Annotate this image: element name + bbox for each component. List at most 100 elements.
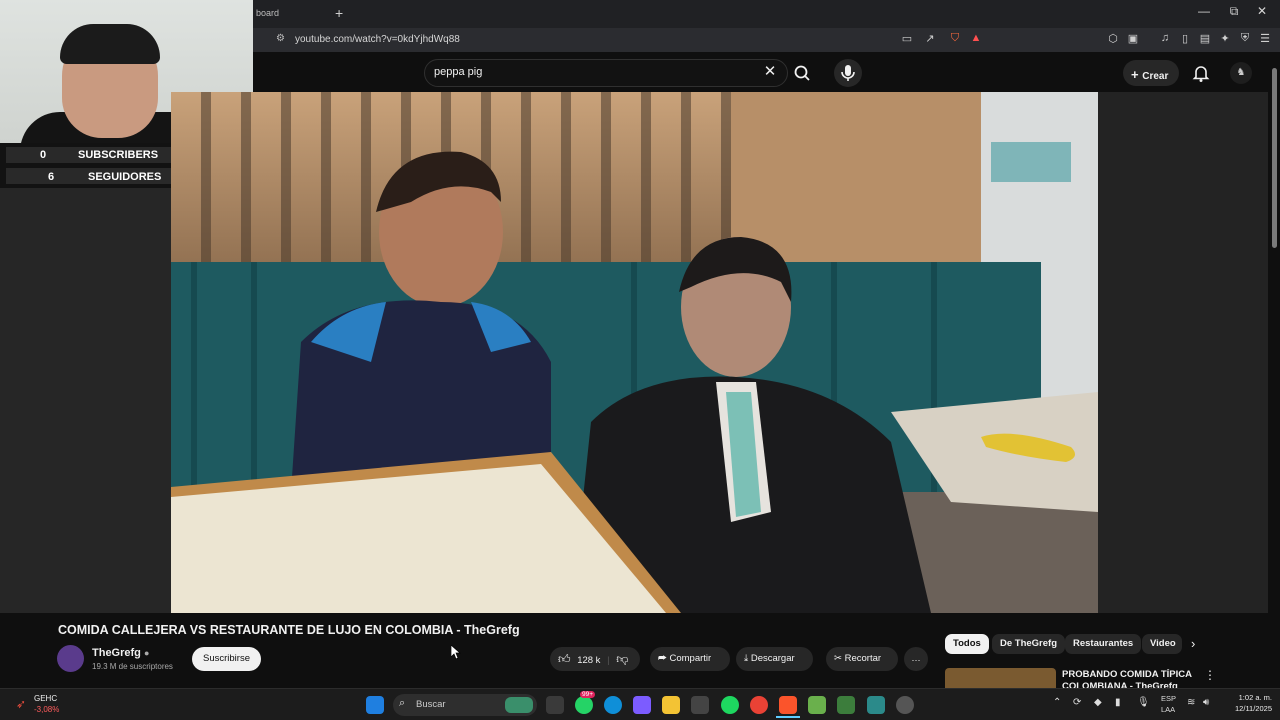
share-arrow-icon: ⮫ [658, 653, 667, 664]
new-tab-button[interactable]: + [335, 5, 343, 21]
followers-current: 6 [48, 171, 55, 183]
screenshot-icon[interactable]: ▣ [1125, 32, 1141, 45]
download-button[interactable]: ⤓ Descargar [736, 647, 813, 671]
video-player[interactable] [171, 92, 1098, 613]
app-icon[interactable] [867, 696, 885, 714]
leo-ai-icon[interactable]: ✦ [1217, 32, 1233, 45]
page-background [1098, 92, 1268, 613]
scissors-icon: ✂ [834, 653, 842, 664]
channel-name-text: TheGrefg [92, 647, 141, 659]
menu-icon[interactable]: ☰ [1257, 32, 1273, 45]
url-field[interactable]: youtube.com/watch?v=0kdYjhdWq88 [295, 34, 460, 45]
video-title: COMIDA CALLEJERA VS RESTAURANTE DE LUJO … [58, 623, 520, 637]
account-avatar[interactable]: ♞ [1230, 62, 1252, 84]
file-explorer-icon[interactable] [662, 696, 680, 714]
browser-tab[interactable]: board [256, 8, 279, 18]
wifi-icon[interactable]: ≋ [1187, 697, 1195, 708]
share-label: Compartir [669, 653, 712, 664]
brave-icon[interactable] [779, 696, 797, 714]
subscribers-label: SUBSCRIBERS [78, 149, 159, 161]
microphone-icon[interactable] [834, 59, 862, 87]
windows-start-icon[interactable] [366, 696, 384, 714]
clip-label: Recortar [844, 653, 882, 664]
create-label: Crear [1142, 71, 1169, 82]
like-icon[interactable]: 👍︎ [558, 652, 571, 666]
extension-icon[interactable]: ⬡ [1105, 32, 1121, 45]
app-icon[interactable] [808, 696, 826, 714]
followers-label: SEGUIDORES [88, 171, 162, 183]
volume-icon[interactable]: 🔊︎ [1203, 697, 1209, 708]
create-button[interactable]: + Crear [1123, 60, 1179, 86]
tray-app-icon[interactable]: ◆ [1094, 697, 1102, 708]
chevron-right-icon[interactable]: › [1191, 636, 1195, 651]
whatsapp-icon[interactable] [575, 696, 593, 714]
spotify-icon[interactable] [721, 696, 739, 714]
channel-subscriber-count: 19.3 M de suscriptores [92, 662, 173, 671]
whatsapp-badge: 99+ [580, 691, 596, 698]
divider: | [607, 655, 610, 666]
webcam-person-hair [60, 24, 160, 64]
verified-icon: ● [143, 648, 150, 658]
maximize-button[interactable]: ⧉ [1224, 4, 1244, 19]
search-input-value: peppa pig [434, 66, 483, 78]
like-count[interactable]: 128 k [577, 655, 600, 666]
clear-search-icon[interactable]: ✕ [762, 62, 778, 80]
tray-chevron-icon[interactable]: ⌃ [1053, 697, 1061, 708]
taskbar-search-label: Buscar [416, 699, 446, 710]
obs-icon[interactable] [896, 696, 914, 714]
share-icon[interactable]: ↗ [922, 32, 938, 45]
task-view-icon[interactable] [546, 696, 564, 714]
brave-rewards-icon[interactable]: ▲ [968, 32, 984, 44]
sidebar-icon[interactable]: ▯ [1177, 32, 1193, 45]
chip-from-channel[interactable]: De TheGrefg [992, 634, 1066, 654]
share-button[interactable]: ⮫ Compartir [650, 647, 730, 671]
kebab-menu-icon[interactable]: ⋮ [1204, 668, 1216, 682]
like-dislike-group: 👍︎ 128 k | 👎︎ [550, 647, 640, 671]
notifications-bell-icon[interactable] [1190, 62, 1212, 84]
subscribe-button[interactable]: Suscribirse [192, 647, 261, 671]
vpn-icon[interactable]: ⛨ [1237, 32, 1253, 45]
channel-name[interactable]: TheGrefg ● [92, 647, 149, 659]
wallet-icon[interactable]: ▤ [1197, 32, 1213, 45]
media-icon[interactable]: ♫ [1157, 32, 1173, 44]
tray-usb-icon[interactable]: ▮ [1115, 697, 1121, 708]
dislike-icon[interactable]: 👎︎ [616, 652, 628, 666]
chip-videos[interactable]: Video [1142, 634, 1182, 654]
tray-mic-icon[interactable]: 🎙︎ [1137, 697, 1150, 708]
clock-date[interactable]: 12/11/2025 [1222, 704, 1272, 713]
language-indicator-top[interactable]: ESP [1161, 694, 1176, 703]
stock-widget-icon[interactable]: ➶ [16, 697, 26, 711]
download-icon: ⤓ [744, 653, 749, 664]
channel-avatar[interactable] [57, 645, 84, 672]
download-label: Descargar [750, 653, 795, 664]
clock-time[interactable]: 1:02 a. m. [1222, 693, 1272, 702]
cast-icon[interactable]: ▭ [899, 32, 915, 45]
stock-change: -3,08% [34, 705, 60, 714]
store-icon[interactable] [691, 696, 709, 714]
edge-icon[interactable] [604, 696, 622, 714]
chip-all[interactable]: Todos [945, 634, 989, 654]
taskbar-search-icon: ⌕ [399, 697, 406, 709]
chip-restaurants[interactable]: Restaurantes [1065, 634, 1142, 654]
more-actions-button[interactable]: … [904, 647, 928, 671]
active-app-indicator [776, 716, 800, 718]
search-icon[interactable] [789, 60, 817, 86]
page-background [0, 188, 172, 613]
chrome-icon[interactable] [750, 696, 768, 714]
brave-shield-icon[interactable]: ⛉ [947, 32, 963, 45]
close-window-button[interactable]: ✕ [1252, 4, 1272, 18]
stock-name[interactable]: GEHC [34, 694, 57, 703]
copilot-icon[interactable] [633, 696, 651, 714]
mouse-cursor-icon [450, 644, 461, 664]
tray-sync-icon[interactable]: ⟳ [1073, 697, 1081, 708]
search-highlight-icon [505, 697, 533, 713]
clip-button[interactable]: ✂ Recortar [826, 647, 898, 671]
site-info-icon[interactable]: ⚙ [276, 33, 285, 44]
plus-icon: + [1131, 67, 1143, 82]
video-frame-image [171, 92, 1098, 613]
language-indicator-bottom: LAA [1161, 705, 1176, 714]
minimize-button[interactable]: — [1194, 4, 1214, 18]
recommendation-title[interactable]: PROBANDO COMIDA TÍPICA COLOMBIANA - TheG… [1062, 669, 1202, 689]
scrollbar-thumb[interactable] [1272, 68, 1277, 248]
minecraft-icon[interactable] [837, 696, 855, 714]
